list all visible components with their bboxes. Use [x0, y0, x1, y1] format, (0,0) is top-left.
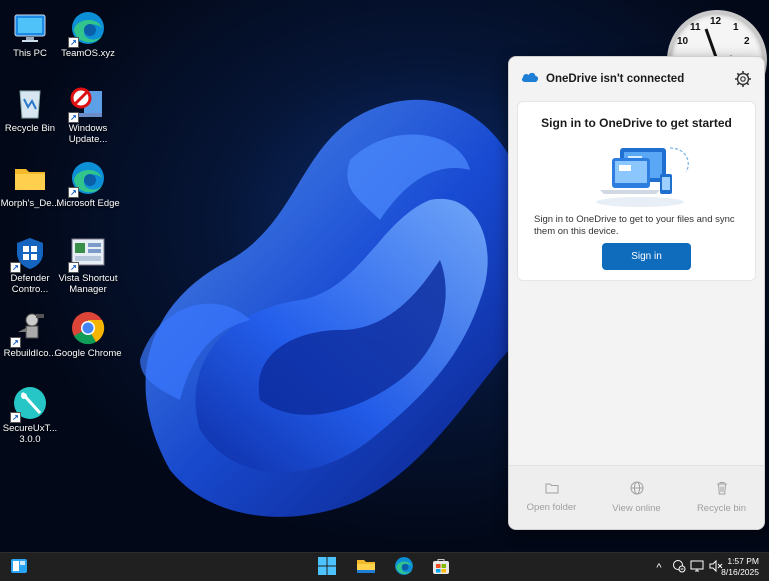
chrome-icon — [70, 310, 106, 346]
defender-icon: ↗ — [10, 235, 48, 273]
file-explorer-icon — [356, 557, 376, 580]
desktop-icon-microsoft-edge[interactable]: ↗ Microsoft Edge — [53, 156, 123, 226]
onedrive-title: OneDrive isn't connected — [546, 73, 685, 85]
view-online-label: View online — [612, 503, 661, 514]
display-icon[interactable] — [690, 559, 704, 576]
devices-illustration — [588, 138, 698, 210]
desktop-icon-vista-shortcut-manager[interactable]: ↗ Vista Shortcut Manager — [53, 231, 123, 301]
start-button[interactable] — [316, 556, 338, 580]
folder-icon — [12, 160, 48, 196]
open-folder-label: Open folder — [526, 502, 577, 513]
store-icon — [432, 557, 450, 580]
open-folder-button[interactable]: Open folder — [509, 466, 594, 529]
windows-logo-icon — [318, 556, 336, 580]
windows-update-icon: ↗ — [68, 85, 106, 123]
taskbar-date: 8/16/2025 — [721, 567, 759, 577]
trash-icon — [716, 481, 728, 503]
onedrive-cloud-icon — [521, 70, 539, 88]
rebuild-icon: ↗ — [10, 310, 48, 348]
widgets-icon — [10, 557, 28, 580]
signin-card: Sign in to OneDrive to get started Sign … — [517, 101, 756, 281]
taskbar-time: 1:57 PM — [727, 556, 759, 566]
desktop-icon-windows-update[interactable]: ↗ Windows Update... — [53, 81, 123, 151]
desktop-icon-google-chrome[interactable]: Google Chrome — [53, 306, 123, 376]
recycle-bin-icon — [12, 85, 48, 121]
flyout-header: OneDrive isn't connected — [509, 57, 764, 101]
recycle-bin-label: Recycle bin — [696, 503, 747, 514]
view-online-button[interactable]: View online — [594, 466, 679, 529]
edge-icon: ↗ — [68, 10, 106, 48]
taskbar-store[interactable] — [430, 557, 452, 579]
secureux-icon: ↗ — [10, 385, 48, 423]
taskbar-edge[interactable] — [393, 556, 415, 581]
signin-description: Sign in to OneDrive to get to your files… — [534, 214, 735, 237]
taskbar-file-explorer[interactable] — [355, 557, 377, 579]
sign-in-button[interactable]: Sign in — [602, 243, 691, 270]
defender-tray-icon[interactable] — [672, 559, 686, 576]
signin-heading: Sign in to OneDrive to get started — [541, 116, 732, 130]
recycle-bin-button[interactable]: Recycle bin — [679, 466, 764, 529]
folder-outline-icon — [545, 482, 559, 502]
taskbar-clock[interactable]: 1:57 PM 8/16/2025 — [721, 556, 759, 578]
widgets-button[interactable] — [8, 557, 30, 579]
taskbar: ^ 1:57 PM 8/16/2025 — [0, 552, 769, 581]
show-hidden-icons-chevron[interactable]: ^ — [652, 562, 666, 574]
edge-icon — [394, 556, 414, 581]
shortcut-manager-icon: ↗ — [68, 235, 106, 273]
flyout-footer: Open folder View online Recycle bin — [509, 465, 764, 529]
onedrive-flyout: OneDrive isn't connected Sign in to OneD… — [508, 56, 765, 530]
gear-icon[interactable] — [734, 70, 752, 88]
system-tray: ^ — [652, 553, 724, 581]
desktop-icon-secureux[interactable]: ↗ SecureUxT... 3.0.0 — [0, 381, 65, 451]
computer-icon — [12, 10, 48, 46]
edge-icon: ↗ — [68, 160, 106, 198]
globe-icon — [630, 481, 644, 503]
desktop-icon-teamos[interactable]: ↗ TeamOS.xyz — [53, 6, 123, 76]
